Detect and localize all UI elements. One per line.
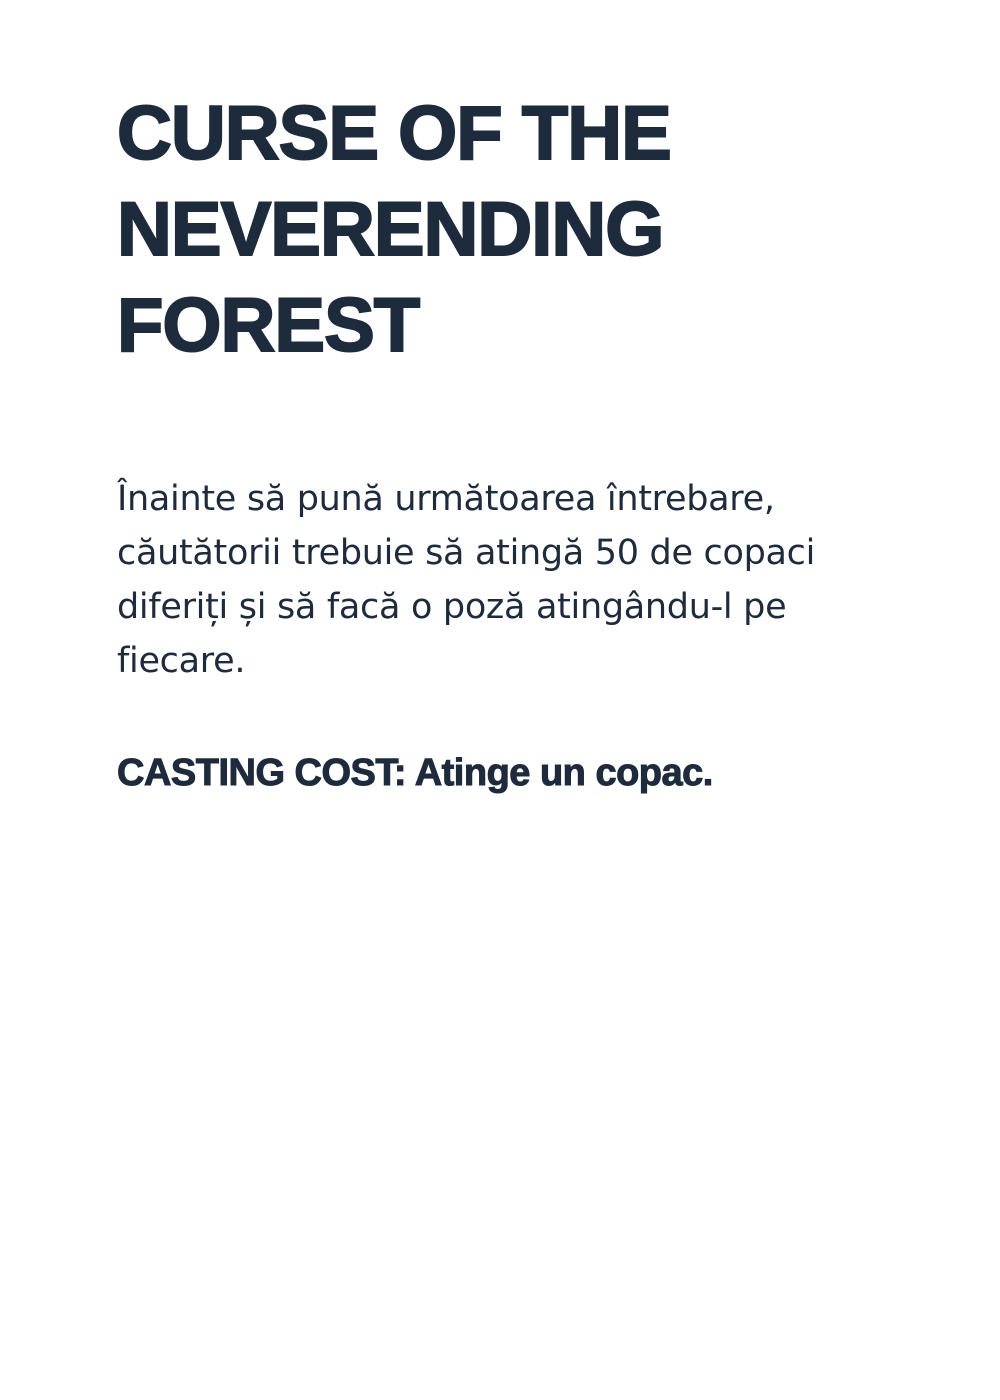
card-title-line-3: FOREST bbox=[116, 282, 421, 369]
casting-cost: CASTING COST: Atinge un copac. bbox=[117, 752, 714, 795]
card-title-line-2: NEVERENDING bbox=[116, 186, 665, 273]
curse-card: CURSE OF THE NEVERENDING FOREST Înainte … bbox=[0, 0, 1000, 1400]
card-description: Înainte să pună următoarea întrebare, că… bbox=[117, 479, 816, 681]
card-title: CURSE OF THE NEVERENDING FOREST bbox=[116, 86, 877, 374]
card-title-line-1: CURSE OF THE bbox=[116, 90, 673, 177]
